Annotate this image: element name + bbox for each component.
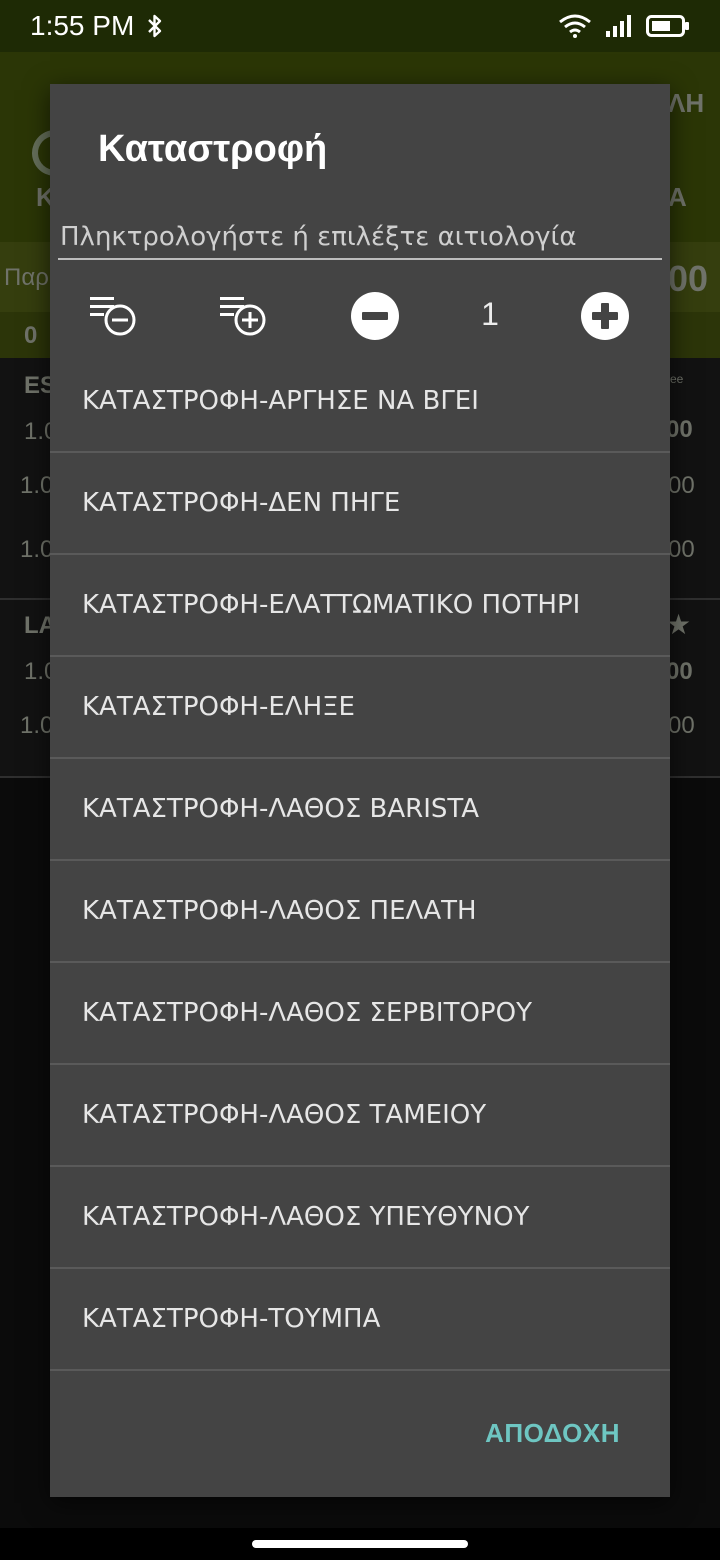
reason-item-label: ΚΑΤΑΣΤΡΟΦΗ-ΑΡΓΗΣΕ ΝΑ ΒΓΕΙ — [82, 386, 479, 416]
home-gesture-handle[interactable] — [252, 1540, 468, 1548]
playlist-remove-button[interactable] — [88, 290, 140, 342]
reason-item-label: ΚΑΤΑΣΤΡΟΦΗ-ΕΛΗΞΕ — [82, 692, 355, 722]
reason-item-label: ΚΑΤΑΣΤΡΟΦΗ-ΔΕΝ ΠΗΓΕ — [82, 488, 401, 518]
reason-item-label: ΚΑΤΑΣΤΡΟΦΗ-ΤΟΥΜΠΑ — [82, 1304, 381, 1334]
reason-item[interactable]: ΚΑΤΑΣΤΡΟΦΗ-ΛΑΘΟΣ ΣΕΡΒΙΤΟΡΟΥ — [50, 963, 670, 1065]
signal-icon — [606, 15, 631, 37]
reason-item-label: ΚΑΤΑΣΤΡΟΦΗ-ΛΑΘΟΣ ΣΕΡΒΙΤΟΡΟΥ — [82, 998, 532, 1028]
quantity-value: 1 — [481, 296, 499, 332]
reason-list: ΚΑΤΑΣΤΡΟΦΗ-ΑΡΓΗΣΕ ΝΑ ΒΓΕΙ ΚΑΤΑΣΤΡΟΦΗ-ΔΕΝ… — [50, 351, 670, 1371]
reason-item[interactable]: ΚΑΤΑΣΤΡΟΦΗ-ΛΑΘΟΣ BARISTA — [50, 759, 670, 861]
reason-item[interactable]: ΚΑΤΑΣΤΡΟΦΗ-ΛΑΘΟΣ ΤΑΜΕΙΟΥ — [50, 1065, 670, 1167]
reason-search-field — [58, 218, 662, 260]
reason-item[interactable]: ΚΑΤΑΣΤΡΟΦΗ-ΛΑΘΟΣ ΠΕΛΑΤΗ — [50, 861, 670, 963]
playlist-add-icon — [220, 297, 266, 336]
wifi-icon — [559, 14, 591, 38]
reason-item[interactable]: ΚΑΤΑΣΤΡΟΦΗ-ΛΑΘΟΣ ΥΠΕΥΘΥΝΟΥ — [50, 1167, 670, 1269]
increase-quantity-button[interactable] — [579, 290, 631, 342]
battery-icon — [646, 15, 689, 37]
reason-item-label: ΚΑΤΑΣΤΡΟΦΗ-ΛΑΘΟΣ BARISTA — [82, 794, 480, 824]
plus-circle-icon — [581, 292, 629, 340]
bluetooth-icon — [148, 14, 162, 38]
minus-circle-icon — [351, 292, 399, 340]
decrease-quantity-button[interactable] — [349, 290, 401, 342]
reason-item[interactable]: ΚΑΤΑΣΤΡΟΦΗ-ΤΟΥΜΠΑ — [50, 1269, 670, 1371]
reason-search-input[interactable] — [58, 218, 662, 256]
status-bar: 1:55 PM — [0, 0, 720, 52]
reason-item[interactable]: ΚΑΤΑΣΤΡΟΦΗ-ΕΛΗΞΕ — [50, 657, 670, 759]
reason-item[interactable]: ΚΑΤΑΣΤΡΟΦΗ-ΑΡΓΗΣΕ ΝΑ ΒΓΕΙ — [50, 351, 670, 453]
reason-item-label: ΚΑΤΑΣΤΡΟΦΗ-ΛΑΘΟΣ ΤΑΜΕΙΟΥ — [82, 1100, 487, 1130]
playlist-remove-icon — [90, 297, 136, 336]
navigation-bar — [0, 1528, 720, 1560]
playlist-add-button[interactable] — [218, 290, 270, 342]
destruction-dialog: Καταστροφή Πληκτρολογήστε ή επιλέξτε αιτ… — [50, 84, 670, 1497]
status-time: 1:55 PM — [30, 10, 135, 41]
accept-button[interactable]: ΑΠΟΔΟΧΗ — [485, 1418, 620, 1449]
reason-item-label: ΚΑΤΑΣΤΡΟΦΗ-ΛΑΘΟΣ ΥΠΕΥΘΥΝΟΥ — [82, 1202, 530, 1232]
reason-item-label: ΚΑΤΑΣΤΡΟΦΗ-ΛΑΘΟΣ ΠΕΛΑΤΗ — [82, 896, 477, 926]
reason-item[interactable]: ΚΑΤΑΣΤΡΟΦΗ-ΔΕΝ ΠΗΓΕ — [50, 453, 670, 555]
reason-item[interactable]: ΚΑΤΑΣΤΡΟΦΗ-ΕΛΑΤΤΩΜΑΤΙΚΟ ΠΟΤΗΡΙ — [50, 555, 670, 657]
reason-item-label: ΚΑΤΑΣΤΡΟΦΗ-ΕΛΑΤΤΩΜΑΤΙΚΟ ΠΟΤΗΡΙ — [82, 590, 581, 620]
quantity-controls: 1 — [50, 284, 670, 344]
dialog-title: Καταστροφή — [98, 128, 328, 170]
